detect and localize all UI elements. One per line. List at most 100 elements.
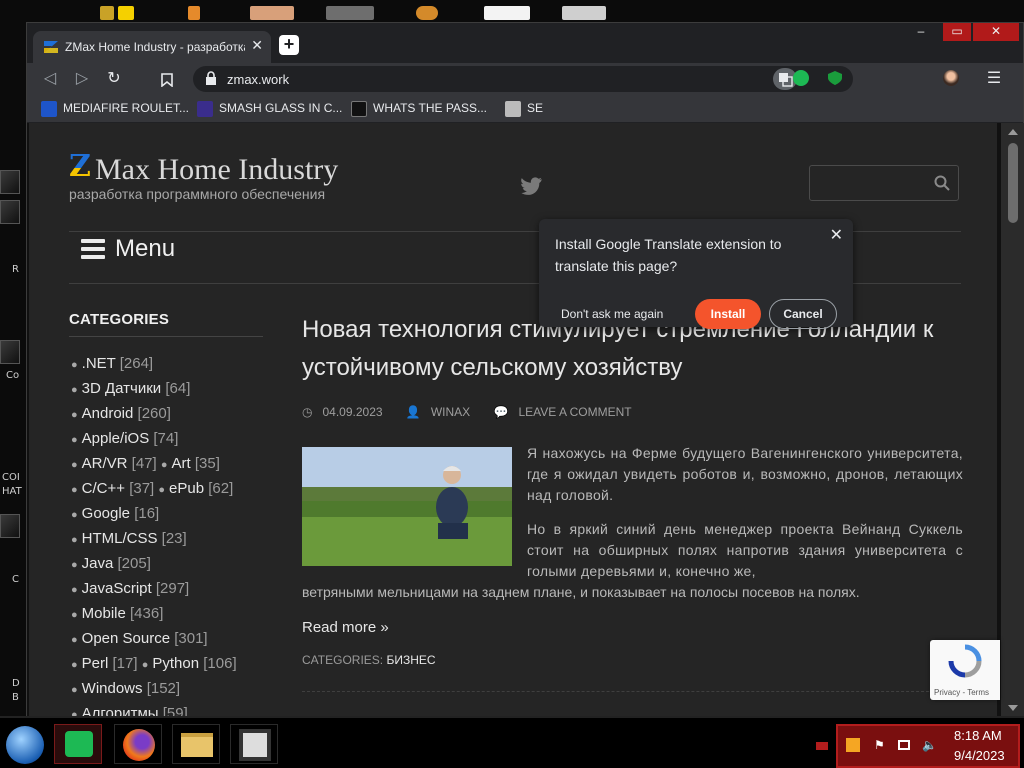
- taskbar-app-button[interactable]: [114, 724, 162, 764]
- hamburger-menu-icon[interactable]: [81, 239, 105, 259]
- leave-comment-link[interactable]: 💬 LEAVE A COMMENT: [494, 405, 642, 419]
- bullet-icon: ●: [141, 659, 149, 671]
- category-row: ● C/C++ [37] ● ePub [62]: [71, 480, 233, 497]
- bullet-icon: ●: [71, 559, 78, 571]
- category-link[interactable]: Python: [152, 655, 199, 672]
- dont-ask-again-button[interactable]: Don't ask me again: [561, 307, 663, 321]
- app-icon[interactable]: [118, 6, 134, 20]
- bookmark-item[interactable]: SE: [505, 101, 543, 117]
- scroll-down-icon[interactable]: [1008, 705, 1018, 711]
- post-date[interactable]: ◷ 04.09.2023: [302, 405, 393, 419]
- close-tab-icon[interactable]: ✕: [251, 37, 263, 54]
- search-icon[interactable]: [934, 175, 950, 191]
- desktop-label: D: [12, 678, 20, 689]
- forward-button[interactable]: ▷: [71, 68, 93, 90]
- category-link[interactable]: C/C++: [82, 480, 125, 497]
- app-icon[interactable]: [416, 6, 438, 20]
- category-link[interactable]: HTML/CSS: [82, 530, 158, 547]
- desktop-shortcut-icon[interactable]: [0, 170, 20, 194]
- reload-button[interactable]: ↻: [103, 68, 125, 90]
- notes-app-icon: [65, 731, 93, 757]
- volume-icon[interactable]: 🔈: [922, 738, 937, 752]
- app-icon[interactable]: [100, 6, 114, 20]
- category-row: ● Android [260]: [71, 405, 171, 422]
- clock-date[interactable]: 9/4/2023: [954, 748, 1005, 763]
- show-hidden-icons-icon[interactable]: [816, 742, 828, 750]
- tab-active[interactable]: ZMax Home Industry - разработка программ…: [33, 31, 271, 63]
- app-icon[interactable]: [562, 6, 606, 20]
- recaptcha-icon: [948, 644, 982, 678]
- start-button[interactable]: [6, 726, 44, 764]
- post-author[interactable]: 👤 WINAX: [406, 405, 480, 419]
- read-more-link[interactable]: Read more »: [302, 619, 389, 636]
- category-count: [47]: [131, 455, 157, 472]
- desktop-label: B: [12, 692, 19, 703]
- page-scrollbar[interactable]: [1001, 123, 1024, 717]
- terms-link[interactable]: Terms: [967, 688, 989, 697]
- minimize-button[interactable]: –: [907, 23, 935, 41]
- category-link[interactable]: .NET: [82, 355, 116, 372]
- category-link[interactable]: Mobile: [82, 605, 126, 622]
- app-icon[interactable]: [326, 6, 374, 20]
- cancel-button[interactable]: Cancel: [769, 299, 837, 329]
- spotify-extension-icon[interactable]: [793, 70, 809, 86]
- category-link[interactable]: Java: [82, 555, 114, 572]
- category-link[interactable]: БИЗНЕС: [386, 653, 435, 667]
- category-link[interactable]: JavaScript: [82, 580, 152, 597]
- category-link[interactable]: 3D Датчики: [82, 380, 162, 397]
- menu-button[interactable]: Menu: [115, 235, 175, 263]
- taskbar-app-button[interactable]: [230, 724, 278, 764]
- browser-menu-icon[interactable]: ☰: [983, 68, 1005, 90]
- category-count: [152]: [146, 680, 181, 697]
- category-link[interactable]: Perl: [82, 655, 109, 672]
- category-link[interactable]: Art: [172, 455, 191, 472]
- bullet-icon: ●: [71, 434, 78, 446]
- site-title[interactable]: Max Home Industry: [95, 153, 338, 187]
- close-window-button[interactable]: ✕: [973, 23, 1019, 41]
- desktop-shortcut-icon[interactable]: [0, 340, 20, 364]
- close-icon[interactable]: ✕: [830, 225, 843, 245]
- privacy-link[interactable]: Privacy: [934, 688, 960, 697]
- recaptcha-badge[interactable]: Privacy - Terms: [930, 640, 1000, 700]
- app-icon[interactable]: [188, 6, 200, 20]
- bookmark-star-icon[interactable]: [161, 73, 173, 87]
- divider: [69, 336, 263, 337]
- shield-extension-icon[interactable]: [827, 70, 843, 86]
- category-row: ● .NET [264]: [71, 355, 153, 372]
- back-button[interactable]: ◁: [39, 68, 61, 90]
- taskbar-app-button[interactable]: [54, 724, 102, 764]
- app-icon[interactable]: [484, 6, 530, 20]
- bookmark-item[interactable]: WHATS THE PASS...: [351, 101, 487, 117]
- action-center-flag-icon[interactable]: ⚑: [874, 738, 888, 752]
- app-icon[interactable]: [250, 6, 294, 20]
- install-button[interactable]: Install: [695, 299, 761, 329]
- file-explorer-icon: [181, 733, 213, 757]
- twitter-icon[interactable]: [521, 177, 543, 195]
- desktop-shortcut-icon[interactable]: [0, 200, 20, 224]
- address-bar[interactable]: zmax.work: [193, 66, 853, 92]
- category-link[interactable]: Google: [82, 505, 130, 522]
- network-icon[interactable]: [898, 740, 910, 750]
- category-count: [64]: [165, 380, 191, 397]
- category-link[interactable]: Android: [82, 405, 134, 422]
- category-count: [260]: [137, 405, 171, 422]
- category-link[interactable]: Apple/iOS: [82, 430, 150, 447]
- bookmark-item[interactable]: MEDIAFIRE ROULET...: [41, 101, 189, 117]
- taskbar-app-button[interactable]: [172, 724, 220, 764]
- new-tab-button[interactable]: +: [279, 35, 299, 55]
- clock-time[interactable]: 8:18 AM: [954, 728, 1002, 743]
- desktop-label: R: [12, 264, 19, 275]
- bookmark-item[interactable]: SMASH GLASS IN C...: [197, 101, 342, 117]
- site-search-input[interactable]: [809, 165, 959, 201]
- scrollbar-thumb[interactable]: [1008, 143, 1018, 223]
- desktop-shortcut-icon[interactable]: [0, 514, 20, 538]
- profile-avatar[interactable]: [943, 70, 959, 86]
- update-icon[interactable]: [846, 738, 860, 752]
- category-link[interactable]: Open Source: [82, 630, 170, 647]
- maximize-button[interactable]: ▭: [943, 23, 971, 41]
- category-link[interactable]: Windows: [82, 680, 143, 697]
- category-link[interactable]: AR/VR: [82, 455, 128, 472]
- category-link[interactable]: ePub: [169, 480, 204, 497]
- scroll-up-icon[interactable]: [1008, 129, 1018, 135]
- post-image[interactable]: [302, 447, 512, 566]
